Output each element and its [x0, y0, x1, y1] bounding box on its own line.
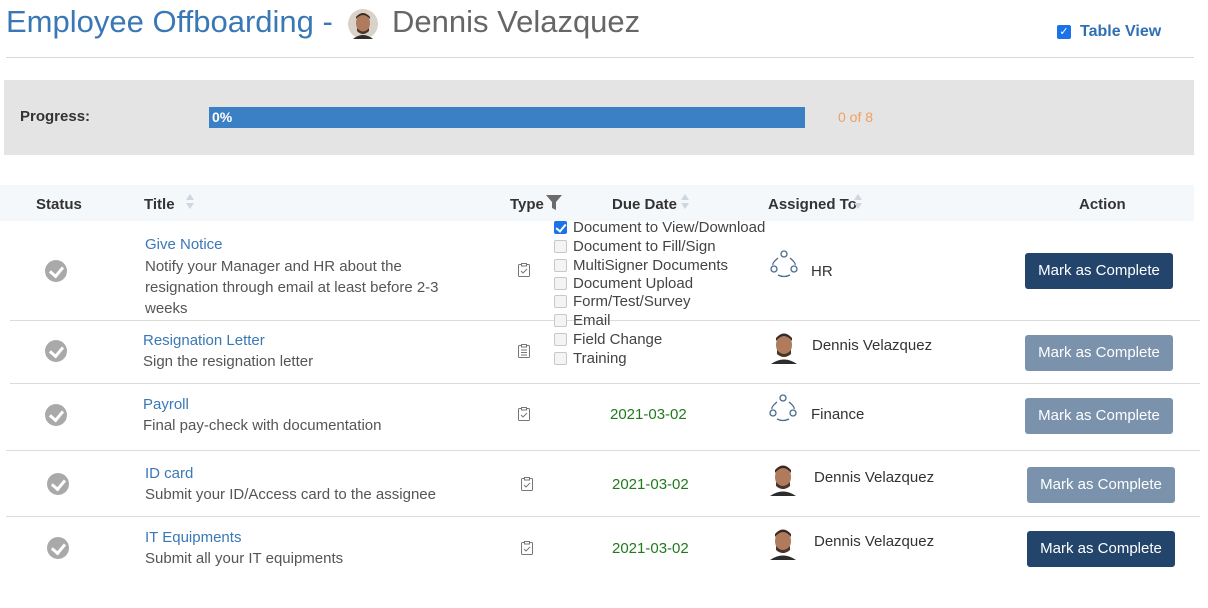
progress-panel: Progress: 0% 0 of 8: [4, 80, 1194, 155]
status-check-icon[interactable]: [45, 340, 67, 362]
task-title[interactable]: Resignation Letter: [143, 332, 265, 349]
task-title[interactable]: ID card: [145, 465, 193, 482]
assignee-name: HR: [811, 263, 833, 280]
mark-complete-button[interactable]: Mark as Complete: [1025, 253, 1173, 289]
column-header-action: Action: [1079, 196, 1126, 213]
assignee-avatar: [768, 462, 798, 496]
task-description: Sign the resignation letter: [143, 353, 314, 370]
group-icon: [770, 250, 798, 278]
table-view-checkbox[interactable]: ✓: [1057, 25, 1071, 39]
assignee-avatar: [768, 526, 798, 560]
filter-option-label[interactable]: Email: [573, 312, 611, 329]
status-check-icon[interactable]: [45, 260, 67, 282]
status-check-icon[interactable]: [47, 473, 69, 495]
assignee-name: Dennis Velazquez: [812, 337, 933, 354]
filter-option-label[interactable]: Document to Fill/Sign: [573, 238, 716, 255]
type-filter-dropdown: Document to View/Download Document to Fi…: [548, 216, 770, 370]
due-date: 2021-03-02: [612, 540, 689, 557]
group-icon: [769, 394, 797, 422]
status-check-icon[interactable]: [47, 537, 69, 559]
progress-bar: 0%: [209, 107, 805, 128]
clipboard-list-icon: [518, 344, 530, 358]
table-row: Payroll Final pay-check with documentati…: [0, 384, 1200, 450]
table-row: ID card Submit your ID/Access card to th…: [0, 451, 1200, 516]
mark-complete-button[interactable]: Mark as Complete: [1025, 335, 1173, 371]
filter-option[interactable]: MultiSigner Documents: [554, 257, 728, 274]
column-header-title[interactable]: Title: [144, 196, 175, 213]
filter-checkbox[interactable]: [554, 221, 567, 234]
filter-option[interactable]: Field Change: [554, 331, 662, 348]
task-description: Notify your Manager and HR about the res…: [145, 258, 439, 317]
filter-option-label[interactable]: Document to View/Download: [573, 219, 765, 236]
column-header-status: Status: [36, 196, 82, 213]
filter-checkbox[interactable]: [554, 259, 567, 272]
filter-checkbox[interactable]: [554, 333, 567, 346]
employee-name: Dennis Velazquez: [392, 4, 641, 39]
column-header-type: Type: [510, 196, 544, 213]
due-date: 2021-03-02: [612, 476, 689, 493]
task-description: Final pay-check with documentation: [143, 417, 382, 434]
column-header-assigned-to[interactable]: Assigned To: [768, 196, 857, 213]
task-title[interactable]: IT Equipments: [145, 529, 241, 546]
filter-option[interactable]: Training: [554, 350, 627, 367]
assignee-name: Dennis Velazquez: [814, 533, 935, 550]
status-check-icon[interactable]: [45, 404, 67, 426]
filter-icon[interactable]: [545, 194, 563, 212]
mark-complete-button[interactable]: Mark as Complete: [1027, 531, 1175, 567]
progress-label: Progress:: [20, 108, 91, 125]
clipboard-icon: [518, 263, 530, 277]
table-row: IT Equipments Submit all your IT equipme…: [0, 517, 1200, 581]
filter-checkbox[interactable]: [554, 277, 567, 290]
clipboard-icon: [521, 541, 533, 555]
clipboard-icon: [521, 477, 533, 491]
task-title[interactable]: Give Notice: [145, 236, 223, 253]
task-description: Submit all your IT equipments: [145, 550, 344, 567]
sort-due-date-icon[interactable]: [680, 192, 690, 214]
assignee-name: Dennis Velazquez: [814, 469, 935, 486]
filter-option-label[interactable]: MultiSigner Documents: [573, 257, 728, 274]
filter-checkbox[interactable]: [554, 314, 567, 327]
page-header: Employee Offboarding - Dennis Velazquez …: [6, 0, 1194, 58]
filter-option[interactable]: Document to View/Download: [554, 219, 765, 236]
sort-title-icon[interactable]: [185, 192, 195, 214]
due-date: 2021-03-02: [610, 406, 687, 423]
filter-option[interactable]: Email: [554, 312, 611, 329]
filter-option-label[interactable]: Training: [573, 350, 627, 367]
filter-option[interactable]: Document Upload: [554, 275, 693, 292]
filter-option-label[interactable]: Form/Test/Survey: [573, 293, 691, 310]
progress-count: 0 of 8: [838, 109, 874, 125]
mark-complete-button[interactable]: Mark as Complete: [1027, 467, 1175, 503]
employee-avatar: [348, 9, 378, 39]
table-view-label[interactable]: Table View: [1080, 23, 1161, 41]
progress-percent: 0%: [212, 109, 233, 125]
clipboard-icon: [518, 407, 530, 421]
filter-option-label[interactable]: Document Upload: [573, 275, 693, 292]
filter-checkbox[interactable]: [554, 295, 567, 308]
filter-checkbox[interactable]: [554, 352, 567, 365]
filter-option-label[interactable]: Field Change: [573, 331, 662, 348]
assignee-name: Finance: [811, 406, 865, 423]
task-title[interactable]: Payroll: [143, 396, 189, 413]
filter-option[interactable]: Document to Fill/Sign: [554, 238, 716, 255]
sort-assigned-to-icon[interactable]: [853, 192, 863, 214]
filter-checkbox[interactable]: [554, 240, 567, 253]
task-description: Submit your ID/Access card to the assign…: [145, 486, 436, 503]
assignee-avatar: [769, 330, 799, 364]
page-title: Employee Offboarding -: [6, 4, 333, 39]
mark-complete-button[interactable]: Mark as Complete: [1025, 398, 1173, 434]
table-view-toggle[interactable]: ✓ Table View: [1057, 23, 1161, 41]
filter-option[interactable]: Form/Test/Survey: [554, 293, 691, 310]
column-header-due-date[interactable]: Due Date: [612, 196, 677, 213]
